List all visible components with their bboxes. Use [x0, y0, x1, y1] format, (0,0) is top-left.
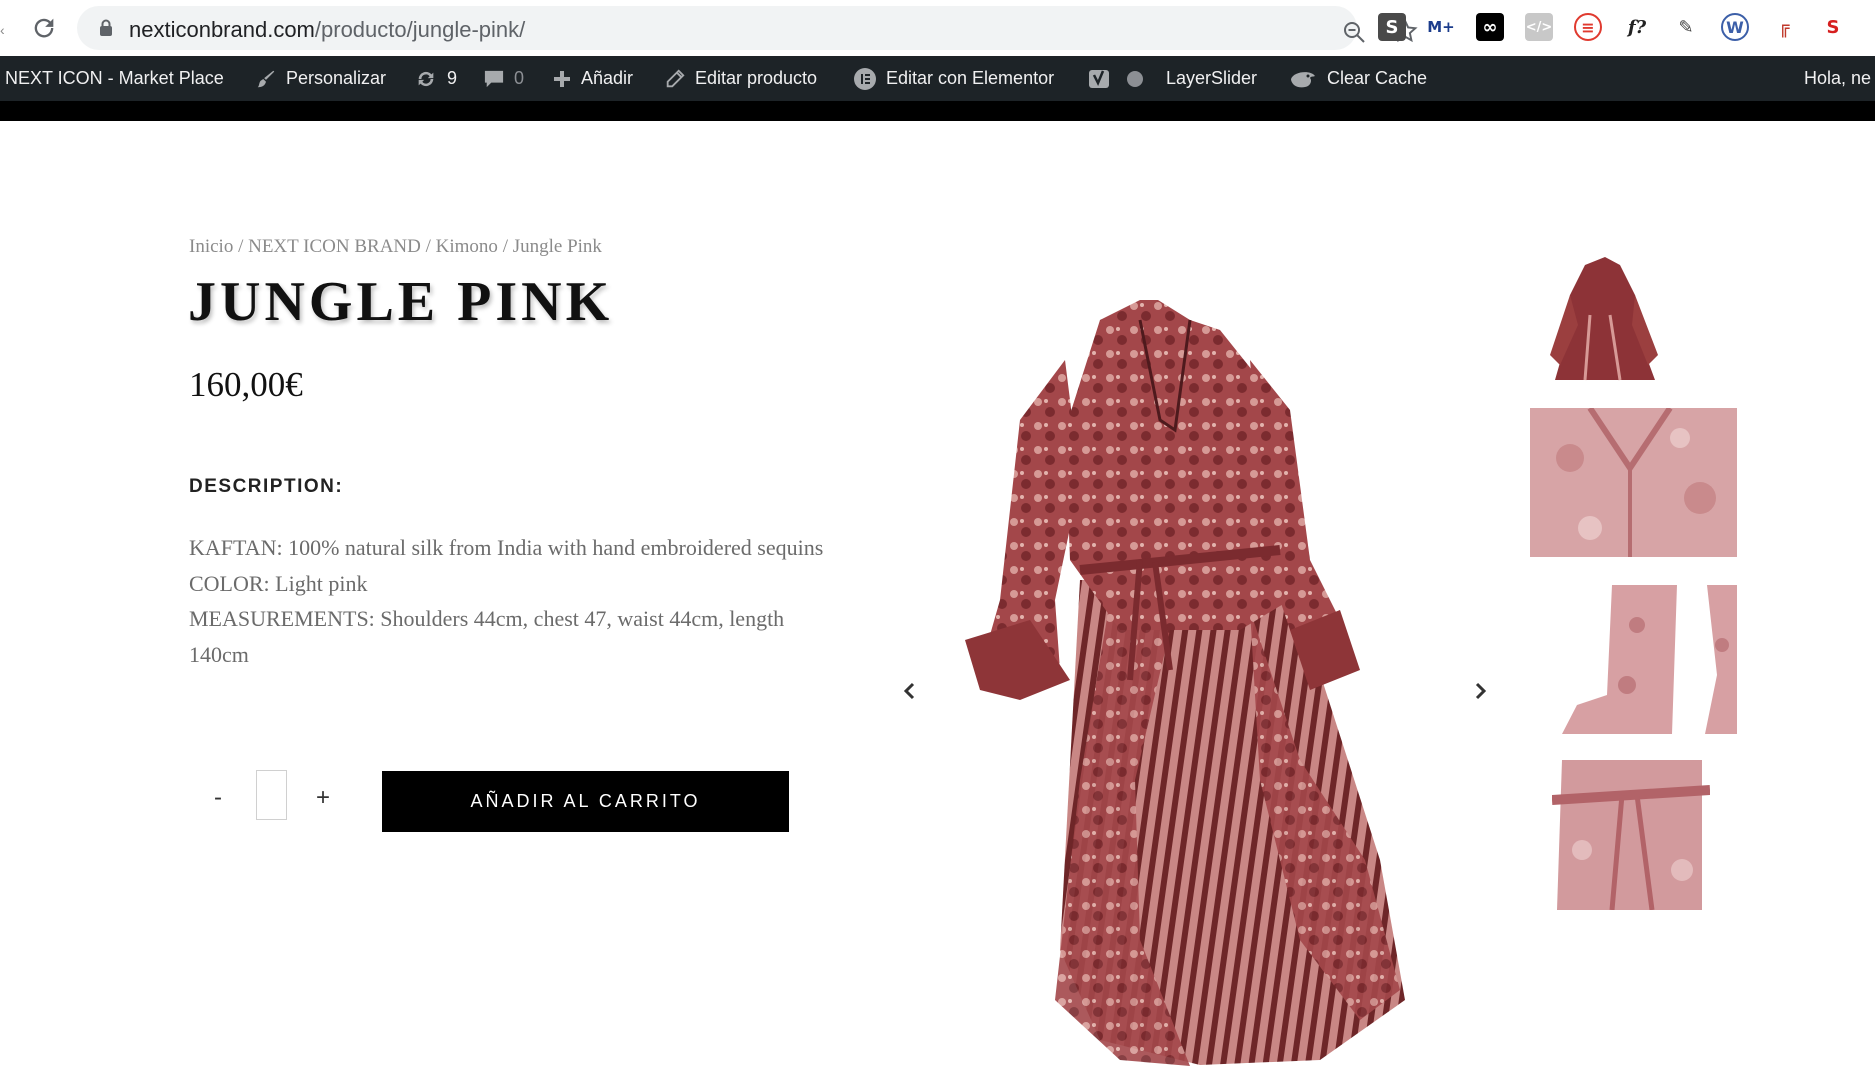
description-line: KAFTAN: 100% natural silk from India wit… [189, 535, 824, 560]
description-line: MEASUREMENTS: Shoulders 44cm, chest 47, … [189, 606, 785, 667]
admin-my-account[interactable]: Hola, ne [1804, 56, 1871, 101]
extension-pen-icon[interactable]: ✎ [1672, 13, 1700, 41]
thumbnail-1[interactable] [1530, 255, 1680, 385]
pencil-icon [666, 68, 685, 87]
description-line: COLOR: Light pink [189, 570, 368, 596]
comments-count: 0 [514, 68, 525, 88]
plus-icon [554, 70, 570, 87]
add-label: Añadir [581, 68, 634, 88]
admin-clear-cache[interactable]: Clear Cache [1288, 56, 1427, 101]
admin-customize[interactable]: Personalizar [255, 56, 386, 101]
extension-wordpress-icon[interactable]: W [1721, 13, 1749, 41]
gallery-prev-arrow-icon[interactable] [900, 679, 920, 703]
zoom-icon[interactable] [1342, 20, 1366, 44]
address-bar[interactable]: nexticonbrand.com/producto/jungle-pink/ [77, 6, 1418, 50]
extension-font-icon[interactable]: f? [1623, 13, 1651, 41]
thumbnail-belt-image [1552, 760, 1710, 910]
thumbnail-dress-image [1550, 257, 1658, 381]
customize-label: Personalizar [286, 68, 387, 88]
quantity-decrease-button[interactable]: - [214, 784, 222, 812]
admin-add-new[interactable]: Añadir [552, 56, 633, 101]
breadcrumb-home[interactable]: Inicio [189, 236, 233, 257]
updates-count: 9 [447, 68, 458, 88]
admin-edit-product[interactable]: Editar producto [664, 56, 817, 101]
greeting-label: Hola, ne [1804, 68, 1872, 88]
product-price: 160,00€ [189, 365, 303, 404]
description-heading: DESCRIPTION: [189, 476, 344, 497]
extension-seo-icon[interactable]: S [1819, 13, 1847, 41]
admin-layerslider[interactable]: LayerSlider [1166, 56, 1257, 101]
extension-tool-icon[interactable]: ╔ [1770, 13, 1798, 41]
elementor-icon [854, 67, 876, 90]
add-to-cart-button[interactable]: AÑADIR AL CARRITO [382, 771, 789, 832]
seo-status-dot [1127, 70, 1143, 87]
wp-admin-bar: NEXT ICON - Market Place Personalizar 9 … [0, 56, 1875, 101]
clear-cache-label: Clear Cache [1327, 68, 1428, 88]
admin-yoast[interactable] [1088, 56, 1143, 101]
yoast-icon [1089, 69, 1109, 88]
extension-red-circle-icon[interactable]: ≡ [1574, 13, 1602, 41]
url-text: nexticonbrand.com/producto/jungle-pink/ [129, 17, 525, 43]
edit-elementor-label: Editar con Elementor [886, 68, 1055, 88]
quantity-increase-button[interactable]: + [316, 784, 330, 812]
browser-toolbar: ‹ nexticonbrand.com/producto/jungle-pink… [0, 0, 1875, 56]
thumbnail-3[interactable] [1557, 585, 1737, 734]
lock-icon [100, 19, 112, 36]
product-description: KAFTAN: 100% natural silk from India wit… [189, 530, 849, 672]
paintbrush-icon [257, 70, 275, 87]
site-name-label: NEXT ICON - Market Place [5, 68, 224, 88]
breadcrumb-category[interactable]: Kimono [436, 236, 498, 257]
extension-code-icon[interactable]: </> [1525, 13, 1553, 41]
admin-edit-elementor[interactable]: Editar con Elementor [853, 56, 1054, 101]
extension-movistar-icon[interactable]: M+ [1427, 13, 1455, 41]
admin-comments[interactable]: 0 [483, 56, 524, 101]
edit-product-label: Editar producto [695, 68, 818, 88]
updates-icon [418, 71, 434, 86]
reload-icon[interactable] [30, 14, 58, 42]
thumbnail-2[interactable] [1530, 408, 1737, 557]
breadcrumb: Inicio / NEXT ICON BRAND / Kimono / Jung… [189, 236, 602, 258]
admin-updates[interactable]: 9 [414, 56, 457, 101]
thumbnail-detail-image [1530, 408, 1737, 557]
extension-s-icon[interactable]: S [1378, 13, 1406, 41]
product-main-image[interactable] [960, 300, 1460, 1070]
extension-infinity-icon[interactable]: ∞ [1476, 13, 1504, 41]
thumbnail-4[interactable] [1552, 760, 1710, 910]
breadcrumb-sep: / [497, 236, 513, 257]
breadcrumb-sep: / [420, 236, 436, 257]
breadcrumb-brand[interactable]: NEXT ICON BRAND [248, 236, 421, 257]
url-path: /producto/jungle-pink/ [314, 17, 526, 42]
thumbnail-sleeve-image [1562, 585, 1737, 734]
breadcrumb-sep: / [233, 236, 249, 257]
breadcrumb-current: Jungle Pink [512, 236, 602, 257]
header-strip [0, 101, 1875, 121]
product-title: JUNGLE PINK [188, 271, 614, 333]
admin-site-name[interactable]: NEXT ICON - Market Place [5, 56, 224, 101]
quantity-input[interactable] [256, 770, 287, 820]
back-arrow-icon[interactable]: ‹ [0, 22, 5, 38]
comment-icon [484, 70, 504, 87]
layerslider-label: LayerSlider [1166, 68, 1258, 88]
url-domain: nexticonbrand.com [129, 17, 315, 42]
cheetah-icon [1291, 71, 1315, 87]
gallery-next-arrow-icon[interactable] [1470, 679, 1490, 703]
